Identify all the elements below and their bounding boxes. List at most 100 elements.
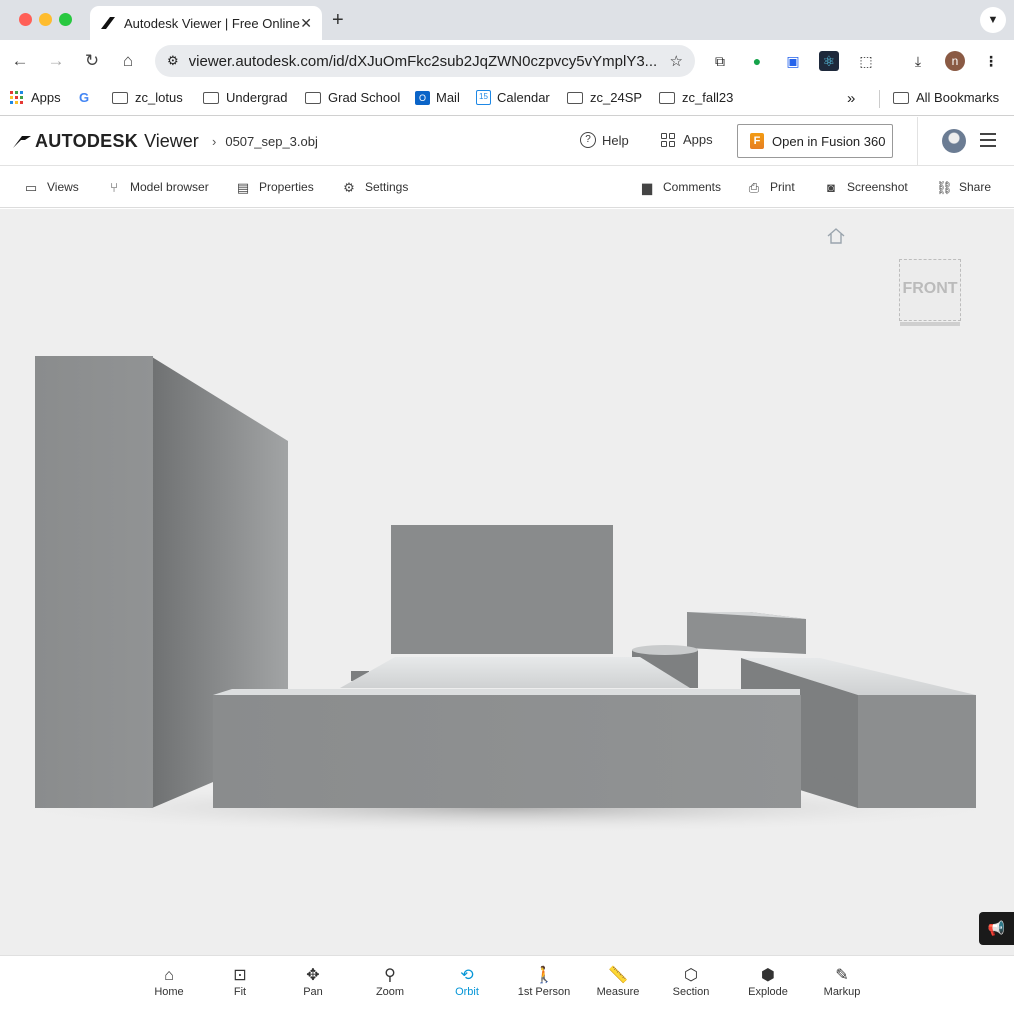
bookmark-label: Undergrad [226, 90, 288, 105]
tool-label: Explode [748, 986, 788, 998]
browser-tab-active[interactable]: Autodesk Viewer | Free Online ✕ [90, 6, 322, 40]
autodesk-viewer-logo[interactable]: AUTODESK Viewer [13, 131, 199, 152]
bookmark-grad-school[interactable]: Grad School [305, 90, 400, 105]
fit-tool-button[interactable]: ⊡ Fit [205, 966, 275, 998]
bookmark-undergrad[interactable]: Undergrad [203, 90, 287, 105]
measure-icon: 📏 [608, 967, 628, 984]
bookmark-label: Grad School [328, 90, 401, 105]
site-info-icon[interactable]: ⚙ [167, 53, 179, 69]
section-icon: ⬡ [684, 967, 698, 984]
share-label: Share [959, 180, 992, 194]
properties-button[interactable]: ▤ Properties [236, 180, 314, 194]
outlook-icon: O [415, 90, 430, 105]
orbit-tool-button[interactable]: ⟲ Orbit [432, 966, 502, 998]
folder-icon [893, 91, 909, 104]
user-avatar[interactable] [942, 129, 966, 153]
views-icon: ▭ [24, 179, 38, 195]
browser-menu-icon[interactable]: ⋮ [981, 51, 1001, 71]
share-button[interactable]: ⛓ Share [936, 180, 991, 194]
small-box[interactable] [687, 612, 806, 654]
back-arrow-icon[interactable]: ← [10, 51, 30, 71]
minimize-window-button[interactable] [39, 13, 52, 26]
help-label: Help [602, 132, 629, 148]
markup-icon: ✎ [835, 967, 849, 984]
print-label: Print [770, 180, 795, 194]
pan-tool-button[interactable]: ✥ Pan [278, 966, 348, 998]
bookmark-apps[interactable]: Apps [10, 90, 61, 105]
tab-search-chevron-icon[interactable]: ▼ [980, 7, 1006, 33]
forward-arrow-icon[interactable]: → [46, 51, 66, 71]
new-tab-button[interactable]: + [332, 9, 344, 32]
tool-label: Fit [233, 986, 247, 998]
bookmark-label: Calendar [497, 90, 550, 105]
close-tab-icon[interactable]: ✕ [300, 15, 312, 32]
viewer-subtoolbar: ▭ Views ⑂ Model browser ▤ Properties ⚙ Setti… [0, 166, 1014, 208]
logo-product-text: Viewer [144, 131, 199, 151]
section-tool-button[interactable]: ⬡ Section [656, 966, 726, 998]
extensions-puzzle-icon[interactable]: ⬚ [856, 51, 876, 71]
maximize-window-button[interactable] [59, 13, 72, 26]
bookmark-all-bookmarks[interactable]: All Bookmarks [893, 90, 999, 105]
explode-tool-button[interactable]: ⬢ Explode [733, 966, 803, 998]
extension-icon-2[interactable]: ▣ [783, 51, 803, 71]
home-browser-icon[interactable]: ⌂ [118, 51, 138, 71]
view-cube[interactable]: FRONT [899, 259, 961, 326]
first-person-tool-button[interactable]: 🚶 1st Person [509, 966, 579, 998]
calendar-icon: 15 [476, 90, 491, 105]
apps-grid-icon [661, 132, 675, 147]
print-button[interactable]: ⎙ Print [747, 180, 795, 194]
bookmark-zc-fall23[interactable]: zc_fall23 [659, 90, 733, 105]
react-devtools-icon[interactable]: ⚛ [819, 51, 839, 71]
measure-tool-button[interactable]: 📏 Measure [583, 966, 653, 998]
address-bar[interactable]: ⚙ viewer.autodesk.com/id/dXJuOmFkc2sub2J… [155, 45, 695, 77]
bookmark-label: All Bookmarks [916, 90, 1000, 105]
back-panel[interactable] [391, 525, 613, 654]
bookmark-calendar[interactable]: 15 Calendar [476, 90, 550, 105]
model-viewport[interactable]: FRONT 📢 [0, 209, 1014, 955]
extension-icon-1[interactable]: ⧉ [710, 51, 730, 71]
apps-button[interactable]: Apps [661, 132, 713, 147]
google-icon[interactable]: G [79, 90, 89, 105]
autodesk-logo-icon [13, 135, 31, 148]
zoom-icon: ⚲ [384, 967, 396, 984]
front-block[interactable] [213, 657, 801, 808]
zoom-tool-button[interactable]: ⚲ Zoom [355, 966, 425, 998]
tool-label: Zoom [375, 986, 405, 998]
more-bookmarks-chevron-icon[interactable]: » [847, 90, 855, 107]
grammarly-icon[interactable]: ● [747, 51, 767, 71]
bookmark-zc-24sp[interactable]: zc_24SP [567, 90, 642, 105]
model-browser-label: Model browser [130, 180, 209, 194]
bookmark-mail[interactable]: O Mail [415, 90, 460, 105]
model-browser-icon: ⑂ [110, 179, 118, 195]
fusion-label: Open in Fusion 360 [772, 133, 886, 149]
apps-label: Apps [683, 132, 713, 147]
explode-icon: ⬢ [761, 967, 775, 984]
viewer-header: AUTODESK Viewer › 0507_sep_3.obj ? Help … [0, 117, 1014, 166]
model-canvas[interactable] [0, 209, 1014, 955]
settings-button[interactable]: ⚙ Settings [342, 180, 408, 194]
home-tool-button[interactable]: ⌂ Home [134, 966, 204, 998]
reload-icon[interactable]: ↻ [82, 51, 102, 71]
feedback-megaphone-icon[interactable]: 📢 [979, 912, 1014, 945]
properties-icon: ▤ [236, 179, 250, 195]
markup-tool-button[interactable]: ✎ Markup [807, 966, 877, 998]
screenshot-button[interactable]: ◙ Screenshot [824, 180, 908, 194]
tab-title: Autodesk Viewer | Free Online [124, 15, 300, 31]
bookmark-star-icon[interactable]: ☆ [670, 52, 683, 70]
profile-avatar[interactable]: n [945, 51, 965, 71]
download-icon[interactable]: ⤓ [908, 51, 928, 71]
bookmark-zc-lotus[interactable]: zc_lotus [112, 90, 183, 105]
navigation-toolbar: ⌂ Home ⊡ Fit ✥ Pan ⚲ Zoom ⟲ Orbit 🚶 1st Person… [0, 955, 1014, 1014]
help-icon: ? [580, 132, 596, 148]
model-browser-button[interactable]: ⑂ Model browser [107, 180, 209, 194]
home-view-icon[interactable] [826, 227, 846, 245]
folder-icon [112, 91, 128, 104]
close-window-button[interactable] [19, 13, 32, 26]
comments-button[interactable]: ▆ Comments [640, 180, 721, 194]
bookmark-label: Mail [436, 90, 460, 105]
help-button[interactable]: ? Help [580, 132, 629, 148]
hamburger-menu-icon[interactable] [980, 133, 996, 151]
open-in-fusion-button[interactable]: F Open in Fusion 360 [737, 124, 893, 158]
views-button[interactable]: ▭ Views [24, 180, 79, 194]
camera-icon: ◙ [827, 179, 835, 195]
